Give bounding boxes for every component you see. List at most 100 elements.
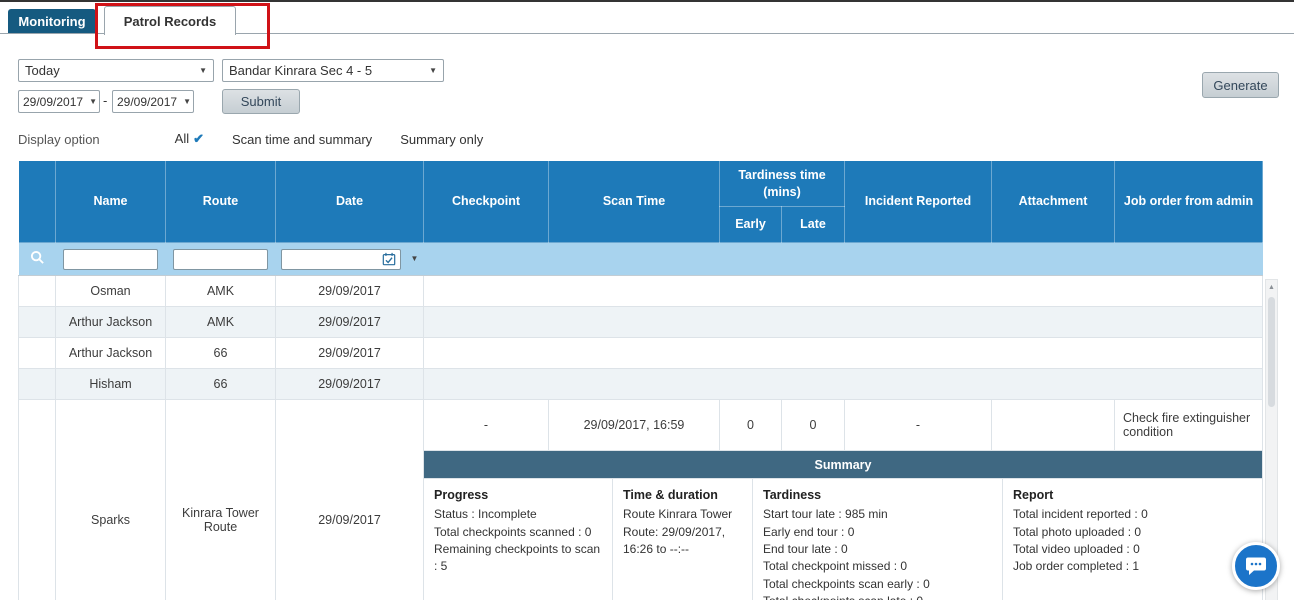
display-option-summary-only[interactable]: Summary only (400, 132, 483, 147)
scan-time-value: 29/09/2017, 16:59 (549, 400, 720, 450)
generate-button[interactable]: Generate (1202, 72, 1279, 98)
table-row[interactable]: Osman AMK 29/09/2017 (18, 275, 1263, 307)
early-value: 0 (720, 400, 782, 450)
header-route[interactable]: Route (165, 160, 276, 243)
patrol-records-page: Monitoring Patrol Records Today ▼ Bandar… (0, 0, 1294, 600)
display-options: Display option All ✔ Scan time and summar… (18, 131, 511, 147)
header-name[interactable]: Name (55, 160, 166, 243)
row-icon-cell (18, 306, 56, 338)
summary-tardiness-lines: Start tour late : 985 min Early end tour … (763, 506, 992, 600)
summary-line: Total checkpoints scan early : 0 (763, 576, 930, 591)
row-details-empty (423, 306, 1263, 338)
generate-button-label: Generate (1213, 77, 1268, 93)
summary-line: Start tour late : 985 min (763, 507, 888, 522)
calendar-icon (382, 252, 395, 266)
period-select-value: Today (25, 63, 60, 78)
date-to-select[interactable]: 29/09/2017 ▼ (112, 90, 194, 113)
display-option-all[interactable]: All ✔ (175, 131, 204, 147)
row-name: Arthur Jackson (55, 337, 166, 369)
summary-line: Total checkpoint missed : 0 (763, 559, 908, 574)
summary-progress-lines: Status : Incomplete Total checkpoints sca… (434, 506, 602, 576)
row-route: 66 (165, 368, 276, 400)
date-filter-input[interactable] (280, 248, 401, 270)
date-range-separator: - (103, 93, 108, 108)
summary-header: Summary (424, 451, 1262, 479)
check-icon: ✔ (193, 131, 205, 146)
summary-line: End tour late : 0 (763, 541, 848, 556)
summary-line: Total checkpoints scanned : 0 (434, 524, 592, 539)
summary-time-duration-title: Time & duration (623, 488, 718, 502)
site-select-value: Bandar Kinrara Sec 4 - 5 (229, 63, 373, 78)
header-late[interactable]: Late (781, 206, 845, 243)
summary-line: Total video uploaded : 0 (1013, 541, 1140, 556)
display-option-scan-label: Scan time and summary (232, 131, 373, 147)
row-date: 29/09/2017 (275, 275, 424, 307)
tab-monitoring-label: Monitoring (18, 14, 86, 29)
display-option-label: Display option (18, 131, 100, 147)
checkpoint-detail-row: - 29/09/2017, 16:59 0 0 - Check fire ext… (424, 400, 1262, 451)
row-date: 29/09/2017 (275, 399, 424, 600)
summary-line: Remaining checkpoints to scan : 5 (434, 541, 601, 574)
chevron-down-icon: ▼ (183, 96, 191, 106)
chevron-down-icon: ▼ (199, 65, 207, 75)
summary-line: Job order completed : 1 (1013, 559, 1140, 574)
filter-search-cell (18, 242, 56, 276)
scrollbar-thumb[interactable] (1268, 297, 1275, 407)
row-icon-cell (18, 399, 56, 600)
table-header: Name Route Date Checkpoint Scan Time Tar… (18, 160, 1263, 243)
date-from-value: 29/09/2017 (23, 94, 84, 109)
row-name: Osman (55, 275, 166, 307)
display-option-all-label: All (174, 131, 190, 146)
header-checkpoint[interactable]: Checkpoint (423, 160, 549, 243)
row-date: 29/09/2017 (275, 337, 424, 369)
summary-line: Status : Incomplete (434, 507, 537, 522)
row-name: Hisham (55, 368, 166, 400)
scroll-up-arrow-icon[interactable]: ▲ (1266, 280, 1277, 295)
table-row[interactable]: Arthur Jackson 66 29/09/2017 (18, 337, 1263, 369)
job-order-value: Check fire extinguisher condition (1123, 411, 1251, 439)
summary-body: Progress Status : Incomplete Total checkp… (424, 479, 1262, 600)
header-scan-time[interactable]: Scan Time (548, 160, 720, 243)
chat-icon (1246, 557, 1266, 575)
summary-report-lines: Total incident reported : 0 Total photo u… (1013, 506, 1252, 576)
header-attachment[interactable]: Attachment (991, 160, 1115, 243)
header-job-order[interactable]: Job order from admin (1114, 160, 1263, 243)
row-icon-cell (18, 337, 56, 369)
site-select[interactable]: Bandar Kinrara Sec 4 - 5 ▼ (222, 59, 444, 82)
route-filter-input[interactable] (173, 248, 268, 270)
table-row[interactable]: Arthur Jackson AMK 29/09/2017 (18, 306, 1263, 338)
summary-progress: Progress Status : Incomplete Total checkp… (424, 479, 613, 600)
summary-report: Report Total incident reported : 0 Total … (1003, 479, 1262, 600)
tab-monitoring[interactable]: Monitoring (8, 9, 96, 34)
tab-patrol-records[interactable]: Patrol Records (104, 6, 236, 35)
summary-line: Total checkpoints scan late : 0 (763, 593, 992, 600)
table-row-expanded[interactable]: Sparks Kinrara Tower Route 29/09/2017 - … (18, 399, 1263, 600)
summary-report-title: Report (1013, 488, 1054, 502)
period-select[interactable]: Today ▼ (18, 59, 214, 82)
header-incident-reported[interactable]: Incident Reported (844, 160, 992, 243)
header-early[interactable]: Early (719, 206, 782, 243)
filter-row-spacer (423, 242, 1263, 276)
row-date: 29/09/2017 (275, 368, 424, 400)
row-date: 29/09/2017 (275, 306, 424, 338)
row-details-empty (423, 368, 1263, 400)
submit-button[interactable]: Submit (222, 89, 300, 114)
chevron-down-icon: ▼ (429, 65, 437, 75)
summary-line: Total photo uploaded : 0 (1013, 524, 1142, 539)
name-filter-input[interactable] (63, 248, 158, 270)
row-details-empty (423, 337, 1263, 369)
summary-tardiness-title: Tardiness (763, 488, 822, 502)
chevron-down-icon[interactable]: ▼ (411, 255, 419, 263)
summary-progress-title: Progress (434, 488, 489, 502)
date-from-select[interactable]: 29/09/2017 ▼ (18, 90, 100, 113)
display-option-scan-time-and-summary[interactable]: Scan time and summary (232, 132, 372, 147)
header-tardiness: Tardiness time (mins) (719, 160, 845, 207)
header-icon-col (18, 160, 56, 243)
patrol-records-table: Name Route Date Checkpoint Scan Time Tar… (18, 160, 1263, 600)
incident-value: - (845, 400, 992, 450)
chat-widget-button[interactable] (1232, 542, 1280, 590)
header-date[interactable]: Date (275, 160, 424, 243)
row-route: AMK (165, 275, 276, 307)
table-row[interactable]: Hisham 66 29/09/2017 (18, 368, 1263, 400)
checkpoint-value: - (424, 400, 549, 450)
